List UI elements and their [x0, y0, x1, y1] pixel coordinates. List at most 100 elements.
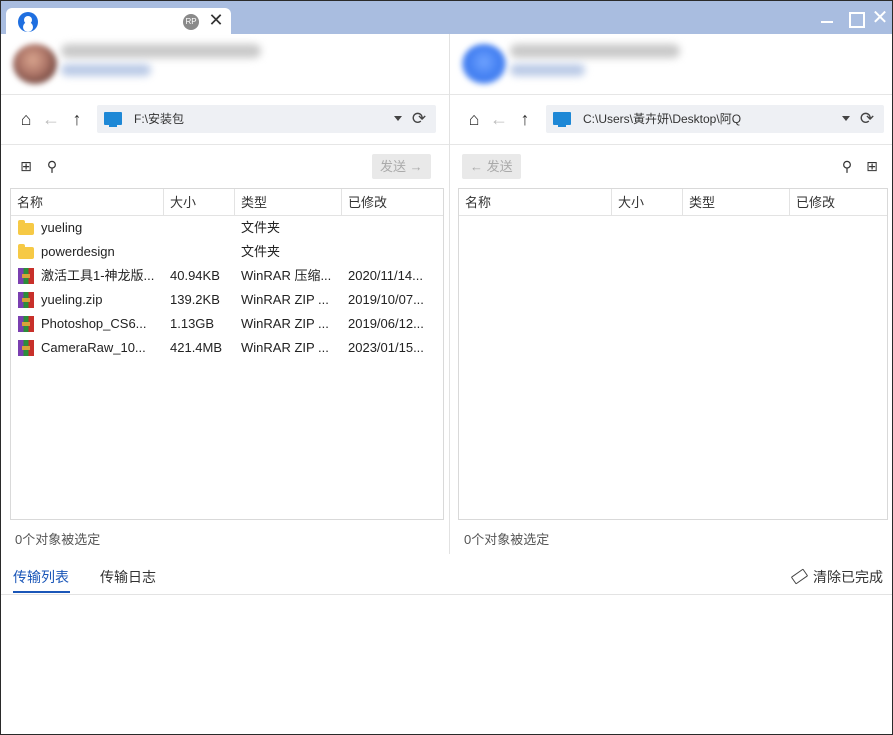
- file-name: Photoshop_CS6...: [41, 316, 147, 331]
- redacted-user-info: [510, 64, 585, 76]
- column-type[interactable]: 类型: [235, 189, 342, 216]
- cell-name: yueling: [11, 216, 164, 240]
- send-to-remote-button[interactable]: 发送 →: [372, 154, 431, 179]
- cell-type: 文件夹: [241, 220, 281, 235]
- folder-icon: [18, 220, 34, 235]
- local-status-text: 0个对象被选定: [15, 532, 101, 547]
- app-window: RP ✕ ✕ ⌂ ← ↑ F:\安装包 ⟳ ⊞ ⚲ 发送 → 名称 大小 类型 …: [0, 0, 893, 735]
- cell-name: yueling.zip: [11, 288, 164, 312]
- cell-size: 1.13GB: [170, 316, 215, 331]
- list-header: 名称 大小 类型 已修改: [11, 189, 443, 216]
- cell-modified: 2019/10/07...: [348, 292, 424, 307]
- chevron-down-icon[interactable]: [842, 116, 850, 121]
- session-badge: RP: [183, 14, 199, 30]
- column-size[interactable]: 大小: [164, 189, 235, 216]
- clear-completed-label: 清除已完成: [813, 569, 883, 585]
- redacted-user-name: [510, 44, 680, 58]
- remote-path-box[interactable]: C:\Users\黃卉妍\Desktop\阿Q ⟳: [546, 105, 884, 133]
- home-icon[interactable]: ⌂: [463, 108, 485, 130]
- table-row[interactable]: CameraRaw_10... 421.4MB WinRAR ZIP ... 2023…: [11, 336, 443, 360]
- file-name: yueling.zip: [41, 292, 103, 307]
- column-size[interactable]: 大小: [612, 189, 683, 216]
- cell-size: 40.94KB: [170, 268, 220, 283]
- cell-modified: [342, 216, 443, 240]
- clear-completed-button[interactable]: 清除已完成: [790, 567, 883, 587]
- refresh-icon[interactable]: ⟳: [409, 105, 429, 133]
- cell-size: [164, 216, 235, 240]
- remote-path-text: C:\Users\黃卉妍\Desktop\阿Q: [583, 112, 742, 126]
- transfer-list-area: [1, 596, 892, 734]
- rar-icon: [18, 292, 34, 308]
- cell-modified: 2019/06/12...: [348, 316, 424, 331]
- cell-size: 421.4MB: [170, 340, 223, 355]
- cell-name: 激活工具1-神龙版...: [11, 264, 164, 288]
- tab-transfer-log[interactable]: 传输日志: [100, 567, 156, 587]
- tab-transfer-list[interactable]: 传输列表: [13, 567, 69, 587]
- new-folder-icon[interactable]: ⊞: [863, 157, 881, 175]
- rar-icon: [18, 316, 34, 332]
- cell-size: 139.2KB: [170, 292, 220, 307]
- new-folder-icon[interactable]: ⊞: [17, 157, 35, 175]
- cell-type: WinRAR ZIP ...: [241, 292, 329, 307]
- up-icon[interactable]: ↑: [66, 108, 88, 130]
- file-name: yueling: [41, 220, 83, 235]
- local-toolbar: ⊞ ⚲ 发送 →: [1, 145, 449, 187]
- redacted-user-name: [61, 44, 261, 58]
- file-name: CameraRaw_10...: [41, 340, 146, 355]
- close-window-icon[interactable]: ✕: [871, 8, 889, 28]
- session-tab[interactable]: RP ✕: [6, 8, 231, 34]
- cell-type: WinRAR ZIP ...: [241, 316, 329, 331]
- remote-nav-bar: ⌂ ← ↑ C:\Users\黃卉妍\Desktop\阿Q ⟳: [450, 95, 892, 145]
- remote-panel: ⌂ ← ↑ C:\Users\黃卉妍\Desktop\阿Q ⟳ ← 发送 ⚲ ⊞…: [449, 34, 892, 554]
- cell-modified: [342, 240, 443, 264]
- file-name: powerdesign: [41, 244, 115, 259]
- close-tab-icon[interactable]: ✕: [206, 10, 226, 30]
- file-name: 激活工具1-神龙版...: [41, 268, 155, 283]
- avatar: [13, 44, 57, 84]
- minimize-icon[interactable]: [818, 9, 836, 27]
- home-icon[interactable]: ⌂: [15, 108, 37, 130]
- computer-icon: [104, 112, 122, 127]
- column-modified[interactable]: 已修改: [342, 189, 443, 216]
- chevron-down-icon[interactable]: [394, 116, 402, 121]
- local-panel: ⌂ ← ↑ F:\安装包 ⟳ ⊞ ⚲ 发送 → 名称 大小 类型 已修改 yue…: [1, 34, 449, 554]
- column-modified[interactable]: 已修改: [790, 189, 887, 216]
- up-icon[interactable]: ↑: [514, 108, 536, 130]
- refresh-icon[interactable]: ⟳: [857, 105, 877, 133]
- local-file-list[interactable]: 名称 大小 类型 已修改 yueling 文件夹 powerdesign 文件夹激活工…: [10, 188, 444, 520]
- local-file-rows: yueling 文件夹 powerdesign 文件夹激活工具1-神龙版... 40.9…: [11, 216, 443, 360]
- title-bar: RP ✕ ✕: [1, 1, 892, 34]
- cell-name: Photoshop_CS6...: [11, 312, 164, 336]
- table-row[interactable]: Photoshop_CS6... 1.13GB WinRAR ZIP ... 2019…: [11, 312, 443, 336]
- cell-modified: 2023/01/15...: [348, 340, 424, 355]
- remote-file-list[interactable]: 名称 大小 类型 已修改: [458, 188, 888, 520]
- remote-status-text: 0个对象被选定: [464, 532, 550, 547]
- user-icon: [18, 12, 38, 32]
- rar-icon: [18, 268, 34, 284]
- remote-user-header: [450, 34, 892, 95]
- local-path-box[interactable]: F:\安装包 ⟳: [97, 105, 436, 133]
- remote-toolbar: ← 发送 ⚲ ⊞: [450, 145, 892, 187]
- cell-type: 文件夹: [241, 244, 281, 259]
- maximize-icon[interactable]: [846, 9, 865, 28]
- table-row[interactable]: yueling 文件夹: [11, 216, 443, 240]
- back-icon[interactable]: ←: [40, 108, 62, 130]
- column-name[interactable]: 名称: [11, 189, 164, 216]
- folder-icon: [18, 244, 34, 259]
- search-icon[interactable]: ⚲: [838, 157, 856, 175]
- local-user-header: [1, 34, 449, 95]
- table-row[interactable]: 激活工具1-神龙版... 40.94KB WinRAR 压缩... 2020/11/1…: [11, 264, 443, 288]
- local-nav-bar: ⌂ ← ↑ F:\安装包 ⟳: [1, 95, 449, 145]
- active-tab-indicator: [13, 591, 70, 593]
- send-to-local-button[interactable]: ← 发送: [462, 154, 521, 179]
- search-icon[interactable]: ⚲: [43, 157, 61, 175]
- column-name[interactable]: 名称: [459, 189, 612, 216]
- transfer-tabs: 传输列表 传输日志 清除已完成: [1, 559, 892, 595]
- back-icon[interactable]: ←: [488, 108, 510, 130]
- column-type[interactable]: 类型: [683, 189, 790, 216]
- cell-name: CameraRaw_10...: [11, 336, 164, 360]
- computer-icon: [553, 112, 571, 127]
- table-row[interactable]: yueling.zip 139.2KB WinRAR ZIP ... 2019/10/…: [11, 288, 443, 312]
- eraser-icon: [790, 568, 809, 585]
- table-row[interactable]: powerdesign 文件夹: [11, 240, 443, 264]
